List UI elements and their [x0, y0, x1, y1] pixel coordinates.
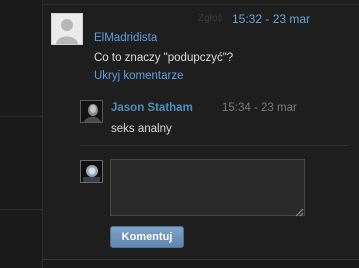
reply-avatar[interactable] [80, 100, 103, 123]
submit-comment-button[interactable]: Komentuj [110, 226, 184, 248]
default-avatar-icon[interactable] [51, 13, 83, 45]
reply-author-link[interactable]: Jason Statham [111, 102, 193, 114]
comment-text: Co to znaczy "podupczyć"? [94, 52, 234, 64]
comment-timestamp[interactable]: 15:32 - 23 mar [232, 12, 310, 26]
comment-textarea[interactable] [110, 159, 305, 216]
reply-divider [80, 145, 348, 146]
report-link[interactable]: Zgłoś [198, 13, 222, 24]
reply-timestamp: 15:34 - 23 mar [222, 102, 297, 114]
current-user-avatar [80, 160, 103, 183]
page: Zgłoś 15:32 - 23 mar ElMadridista Co to … [0, 0, 359, 268]
comments-panel: Zgłoś 15:32 - 23 mar ElMadridista Co to … [42, 0, 359, 268]
hide-comments-link[interactable]: Ukryj komentarze [94, 70, 183, 82]
comment-author-link[interactable]: ElMadridista [94, 32, 157, 44]
reply-text: seks analny [111, 123, 172, 135]
rail-divider [0, 116, 42, 117]
panel-footer [43, 259, 359, 268]
left-rail [0, 0, 42, 268]
rail-divider [0, 209, 42, 210]
resize-grip-icon[interactable] [295, 206, 304, 217]
panel-divider [43, 4, 359, 5]
